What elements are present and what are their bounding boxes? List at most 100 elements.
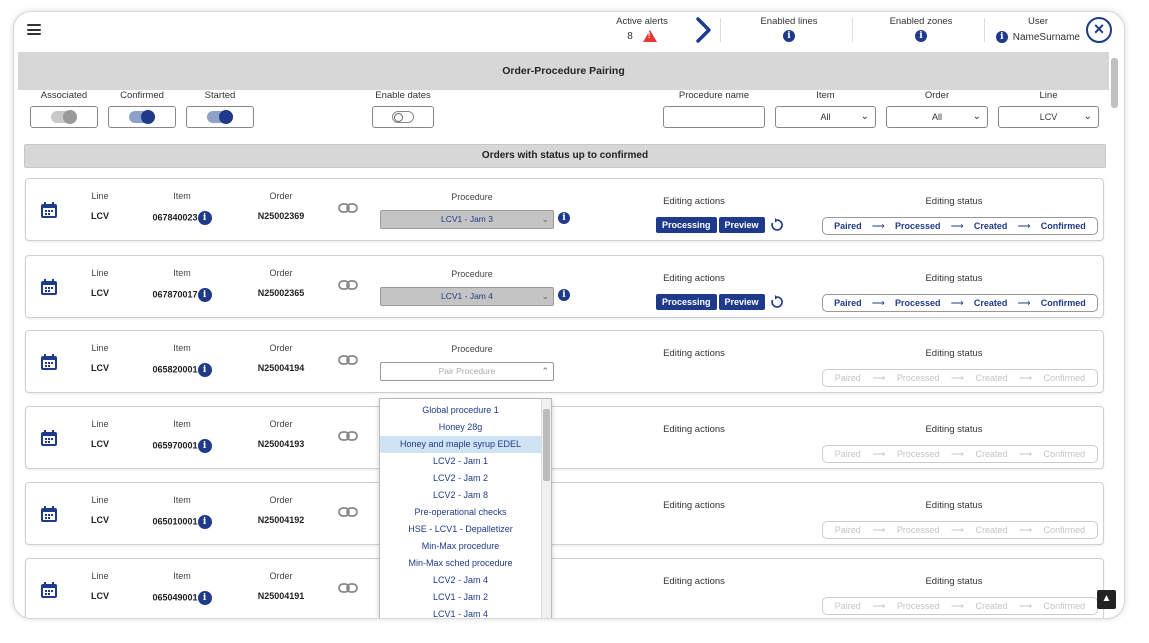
dropdown-option[interactable]: LCV2 - Jam 2 xyxy=(380,470,551,487)
page-title: Order-Procedure Pairing xyxy=(18,52,1109,90)
info-icon[interactable]: i xyxy=(197,439,212,453)
scroll-to-top-button[interactable]: ▲ xyxy=(1097,590,1116,609)
status-flow: Paired ⟶ Processed ⟶ Created ⟶ Confirmed xyxy=(822,294,1098,312)
dropdown-option[interactable]: LCV2 - Jam 8 xyxy=(380,487,551,504)
dropdown-option[interactable]: LCV1 - Jam 2 xyxy=(380,589,551,606)
processing-button[interactable]: Processing xyxy=(656,217,717,233)
calendar-icon[interactable] xyxy=(40,581,58,599)
line-header: Line xyxy=(91,343,109,353)
info-icon[interactable]: i xyxy=(558,212,570,224)
calendar-icon[interactable] xyxy=(40,353,58,371)
refresh-icon[interactable] xyxy=(770,218,784,232)
started-toggle[interactable] xyxy=(186,106,254,128)
info-icon[interactable]: i xyxy=(197,363,212,377)
processing-button[interactable]: Processing xyxy=(656,294,717,310)
user-info[interactable]: User i NameSurname xyxy=(996,16,1080,43)
order-column: Order N25004194 xyxy=(246,343,316,373)
status-step: Confirmed xyxy=(1043,601,1086,611)
item-value: 067870017 xyxy=(152,289,198,300)
procedure-select-value: LCV1 - Jam 3 xyxy=(441,214,493,224)
order-value: N25004192 xyxy=(257,515,305,525)
status-step: Paired xyxy=(834,298,862,308)
link-icon[interactable] xyxy=(338,353,358,367)
dropdown-option[interactable]: Pre-operational checks xyxy=(380,504,551,521)
status-step: Confirmed xyxy=(1043,525,1086,535)
arrow-right-icon: ⟶ xyxy=(1019,600,1033,611)
enabled-lines-label: Enabled lines xyxy=(760,16,818,27)
arrow-right-icon: ⟶ xyxy=(1019,448,1033,459)
link-icon[interactable] xyxy=(338,278,358,292)
calendar-icon[interactable] xyxy=(40,505,58,523)
item-column: Item 067840023 i xyxy=(140,191,224,225)
info-icon[interactable]: i xyxy=(996,31,1008,43)
chevron-down-icon: ⌄ xyxy=(1083,111,1092,122)
dropdown-option[interactable]: Global procedure 1 xyxy=(380,402,551,419)
active-alerts-label: Active alerts xyxy=(616,16,668,27)
arrow-right-icon: ⟶ xyxy=(872,600,886,611)
dropdown-option[interactable]: LCV1 - Jam 4 xyxy=(380,606,551,618)
info-icon[interactable]: i xyxy=(197,211,212,225)
item-filter-label: Item xyxy=(816,90,835,101)
dropdown-option[interactable]: Min-Max sched procedure xyxy=(380,555,551,572)
procedure-select[interactable]: Pair Procedure ⌃ xyxy=(380,362,554,381)
preview-button[interactable]: Preview xyxy=(718,294,765,310)
active-alerts[interactable]: Active alerts 8 xyxy=(612,16,672,42)
arrow-right-icon: ⟶ xyxy=(1019,524,1033,535)
status-step: Paired xyxy=(834,221,862,231)
hamburger-menu-icon[interactable] xyxy=(27,24,41,35)
editing-actions-label: Editing actions xyxy=(663,348,725,359)
link-icon[interactable] xyxy=(338,201,358,215)
enabled-lines[interactable]: Enabled lines i xyxy=(754,16,824,42)
close-icon[interactable]: × xyxy=(1086,17,1112,43)
enabled-zones[interactable]: Enabled zones i xyxy=(886,16,956,42)
line-select[interactable]: LCV ⌄ xyxy=(998,106,1099,128)
enable-dates-toggle[interactable] xyxy=(372,106,434,128)
info-icon[interactable]: i xyxy=(197,591,212,605)
dropdown-option[interactable]: Honey 28g xyxy=(380,419,551,436)
order-column: Order N25004191 xyxy=(246,571,316,601)
dropdown-option[interactable]: HSE - LCV1 - Depalletizer xyxy=(380,521,551,538)
arrow-right-icon: ⟶ xyxy=(1017,220,1031,231)
procedure-select[interactable]: LCV1 - Jam 4 ⌄ xyxy=(380,287,554,306)
procedure-select[interactable]: LCV1 - Jam 3 ⌄ xyxy=(380,210,554,229)
line-column: Line LCV xyxy=(80,495,120,525)
main-scrollbar[interactable] xyxy=(1110,56,1120,616)
dropdown-option[interactable]: LCV2 - Jam 4 xyxy=(380,572,551,589)
editing-actions-label: Editing actions xyxy=(663,196,725,207)
item-header: Item xyxy=(173,343,191,353)
link-icon[interactable] xyxy=(338,429,358,443)
preview-button[interactable]: Preview xyxy=(718,217,765,233)
info-icon[interactable]: i xyxy=(197,288,212,302)
refresh-icon[interactable] xyxy=(770,295,784,309)
editing-status-label: Editing status xyxy=(925,576,983,587)
line-column: Line LCV xyxy=(80,571,120,601)
arrow-right-icon: ⟶ xyxy=(951,524,964,535)
procedure-name-input[interactable] xyxy=(663,106,765,128)
chevron-right-icon[interactable] xyxy=(692,16,714,44)
link-icon[interactable] xyxy=(338,581,358,595)
item-select[interactable]: All ⌄ xyxy=(775,106,876,128)
info-icon[interactable]: i xyxy=(197,515,212,529)
item-header: Item xyxy=(173,419,191,429)
info-icon[interactable]: i xyxy=(783,30,795,42)
filter-procedure-name: Procedure name xyxy=(663,90,765,128)
dropdown-option[interactable]: Honey and maple syrup EDEL xyxy=(380,436,551,453)
associated-toggle[interactable] xyxy=(30,106,98,128)
procedure-dropdown-list[interactable]: Global procedure 1 Honey 28g Honey and map… xyxy=(379,398,552,618)
info-icon[interactable]: i xyxy=(915,30,927,42)
confirmed-toggle[interactable] xyxy=(108,106,176,128)
calendar-icon[interactable] xyxy=(40,201,58,219)
calendar-icon[interactable] xyxy=(40,429,58,447)
filter-enable-dates: Enable dates xyxy=(372,90,434,128)
order-select-value: All xyxy=(931,112,942,122)
link-icon[interactable] xyxy=(338,505,358,519)
main-content: Order-Procedure Pairing Associated Confi… xyxy=(18,52,1109,618)
order-select[interactable]: All ⌄ xyxy=(886,106,988,128)
dropdown-option[interactable]: Min-Max procedure xyxy=(380,538,551,555)
dropdown-scrollbar[interactable] xyxy=(541,399,551,618)
calendar-icon[interactable] xyxy=(40,278,58,296)
order-header: Order xyxy=(269,571,293,581)
dropdown-option[interactable]: LCV2 - Jam 1 xyxy=(380,453,551,470)
info-icon[interactable]: i xyxy=(558,289,570,301)
status-step: Created xyxy=(973,298,1008,308)
